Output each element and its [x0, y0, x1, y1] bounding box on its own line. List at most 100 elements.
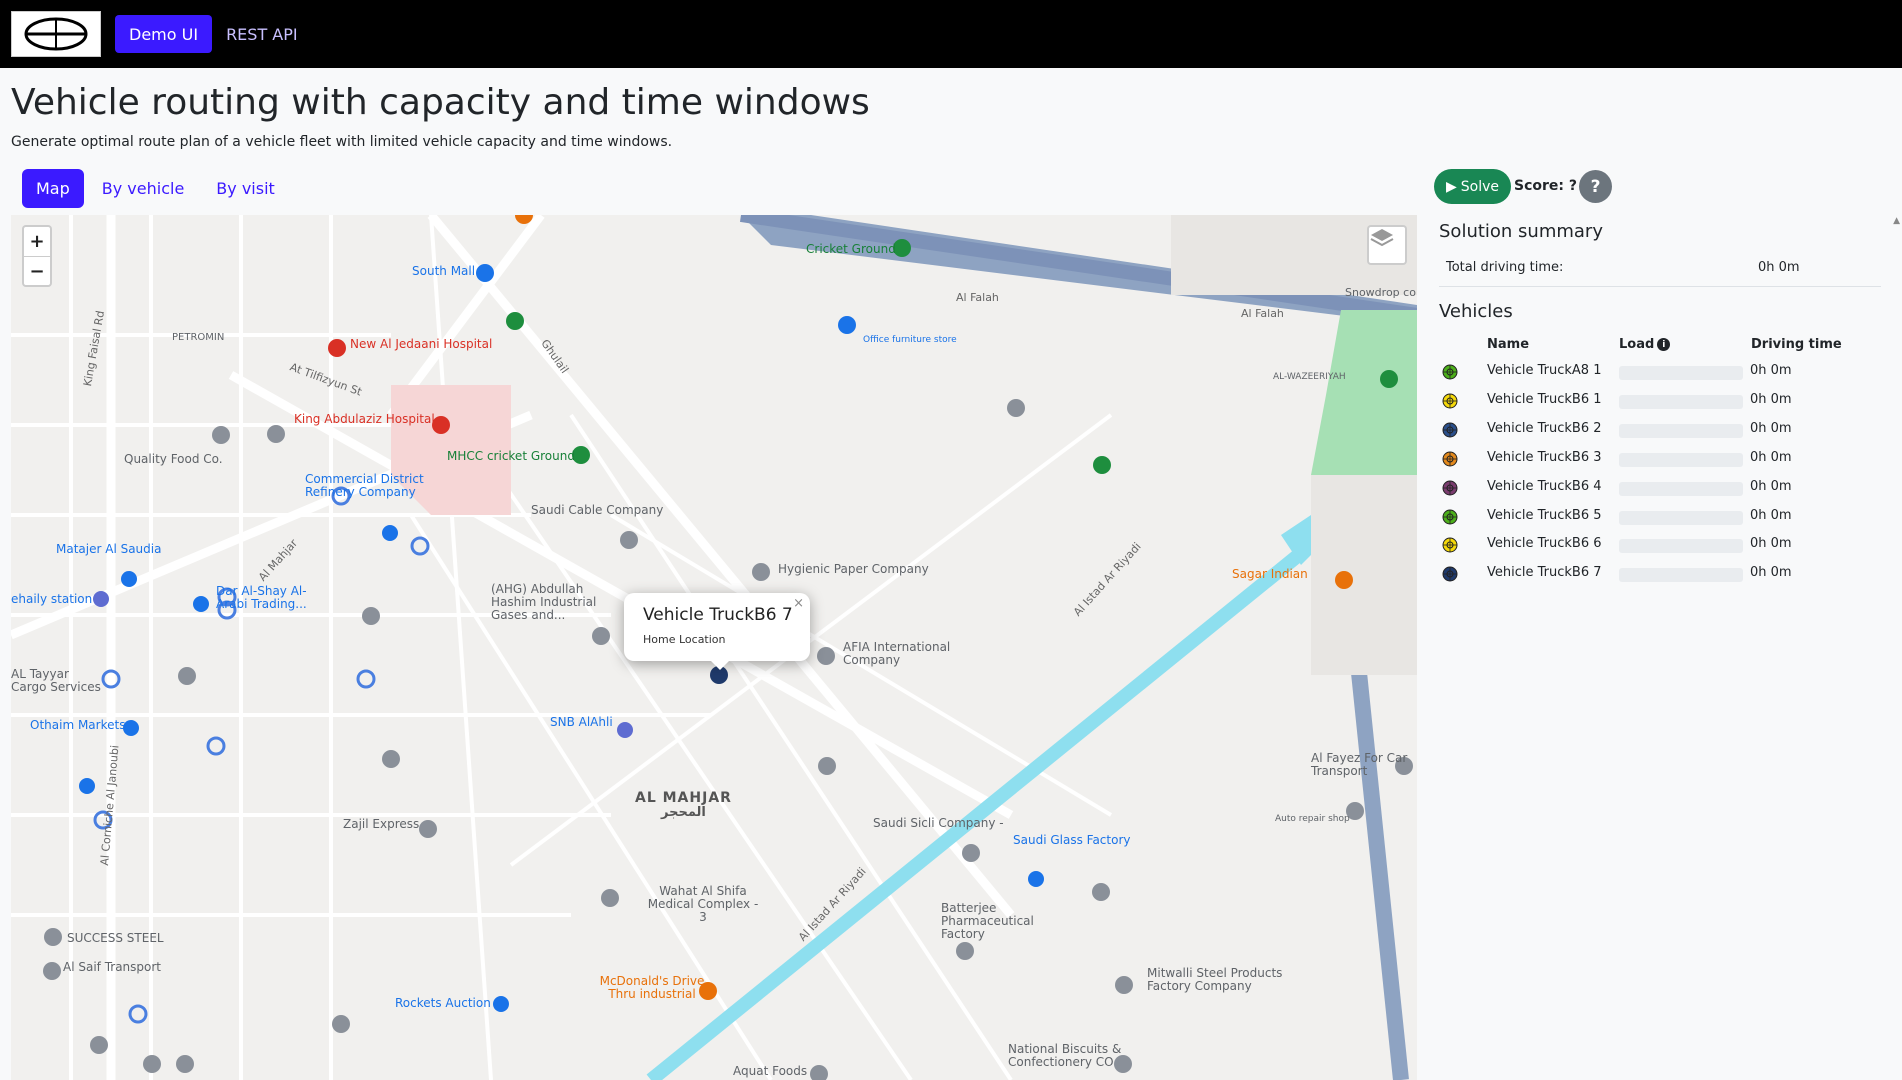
- map-label-petromin: PETROMIN: [172, 332, 225, 343]
- vehicle-name: Vehicle TruckA8 1: [1487, 363, 1602, 378]
- vehicle-row[interactable]: Vehicle TruckB6 4 0h 0m: [1439, 474, 1879, 502]
- col-name-header: Name: [1487, 337, 1530, 352]
- map-label-al-saif: Al Saif Transport: [63, 960, 162, 974]
- map-label-cricket-ground: Cricket Ground: [806, 242, 896, 256]
- map-label-al-fayez: Al Fayez For Car Transport: [1311, 751, 1408, 778]
- vehicle-driving-time: 0h 0m: [1750, 536, 1792, 552]
- popup-title: Vehicle TruckB6 7: [643, 605, 793, 625]
- solve-button[interactable]: ▶ Solve: [1434, 169, 1512, 204]
- vehicle-driving-time: 0h 0m: [1750, 565, 1792, 581]
- vehicle-load-bar: [1619, 481, 1743, 496]
- info-icon[interactable]: i: [1657, 338, 1671, 351]
- zoom-control: + −: [22, 225, 52, 287]
- page-title: Vehicle routing with capacity and time w…: [11, 82, 870, 123]
- vehicle-load-bar: [1619, 510, 1743, 525]
- nav-demo-ui[interactable]: Demo UI: [115, 15, 213, 53]
- vehicle-load-bar: [1619, 366, 1743, 380]
- map-label-othaim: Othaim Markets: [30, 718, 126, 732]
- tab-by-visit[interactable]: By visit: [202, 169, 289, 208]
- vehicle-row[interactable]: Vehicle TruckB6 2 0h 0m: [1439, 416, 1879, 444]
- vehicle-marker-icon: [1442, 566, 1458, 582]
- map-label-snowdrop: Snowdrop co: [1345, 286, 1416, 299]
- play-icon: ▶: [1446, 178, 1457, 195]
- map-label-snb: SNB AlAhli: [550, 715, 613, 729]
- zoom-out-button[interactable]: −: [24, 256, 50, 285]
- map-label-south-mall: South Mall: [412, 264, 476, 278]
- solution-summary-heading: Solution summary: [1439, 221, 1603, 242]
- map-label-mhcc: MHCC cricket Ground: [447, 449, 575, 463]
- vehicle-driving-time: 0h 0m: [1750, 363, 1792, 378]
- vehicle-popup: Vehicle TruckB6 7 Home Location ×: [624, 593, 810, 670]
- layers-button[interactable]: [1367, 225, 1407, 265]
- logo-icon: [24, 17, 88, 51]
- top-navbar: Demo UI REST API: [0, 0, 1902, 68]
- vehicle-load-bar: [1619, 423, 1743, 438]
- vehicle-driving-time: 0h 0m: [1750, 420, 1792, 436]
- map-label-office-furniture: Office furniture store: [863, 335, 957, 345]
- vehicle-load-bar: [1619, 568, 1743, 583]
- vehicle-name: Vehicle TruckB6 4: [1487, 478, 1602, 494]
- map-label-new-jedaani: New Al Jedaani Hospital: [350, 337, 493, 351]
- map-label-saudi-cable: Saudi Cable Company: [531, 503, 664, 517]
- map-label-rockets: Rockets Auction: [395, 996, 491, 1010]
- map-label-mcdonalds: McDonald's Drive Thru industrial: [599, 974, 705, 1001]
- zoom-in-button[interactable]: +: [24, 227, 50, 256]
- layers-icon: [1370, 229, 1394, 247]
- vehicle-row[interactable]: Vehicle TruckB6 5 0h 0m: [1439, 503, 1879, 531]
- total-driving-row: Total driving time: 0h 0m: [1439, 255, 1881, 287]
- view-tabs: Map By vehicle By visit: [22, 169, 289, 208]
- vehicle-driving-time: 0h 0m: [1750, 391, 1792, 407]
- vehicle-name: Vehicle TruckB6 6: [1487, 536, 1602, 552]
- tab-by-vehicle[interactable]: By vehicle: [88, 169, 199, 208]
- help-button[interactable]: ?: [1579, 170, 1612, 203]
- scroll-up-arrow[interactable]: ▲: [1893, 216, 1900, 226]
- map-label-matajer: Matajer Al Saudia: [56, 542, 162, 556]
- tab-map[interactable]: Map: [22, 169, 84, 208]
- vehicle-marker-icon: [1442, 364, 1458, 380]
- map-label-auto-repair: Auto repair shop: [1275, 814, 1350, 824]
- vehicle-name: Vehicle TruckB6 2: [1487, 420, 1602, 436]
- nav-rest-api[interactable]: REST API: [212, 15, 312, 53]
- vehicle-driving-time: 0h 0m: [1750, 478, 1792, 494]
- vehicle-name: Vehicle TruckB6 3: [1487, 449, 1602, 465]
- popup-close-button[interactable]: ×: [793, 596, 804, 611]
- vehicle-row[interactable]: Vehicle TruckB6 6 0h 0m: [1439, 531, 1879, 559]
- vehicle-row[interactable]: Vehicle TruckB6 1 0h 0m: [1439, 387, 1879, 415]
- map-label-aquat-foods: Aquat Foods: [733, 1064, 808, 1078]
- map-label-al-falah: Al Falah: [956, 291, 999, 304]
- total-driving-label: Total driving time:: [1446, 260, 1564, 275]
- vehicle-row[interactable]: Vehicle TruckB6 7 0h 0m: [1439, 560, 1879, 588]
- vehicle-row[interactable]: Vehicle TruckA8 1 0h 0m: [1439, 358, 1879, 386]
- map-label-success-steel: SUCCESS STEEL: [67, 931, 164, 945]
- vehicle-marker-icon: [1442, 509, 1458, 524]
- map-label-zajil: Zajil Express: [343, 817, 420, 831]
- map-label-king-abdulaziz: King Abdulaziz Hospital: [294, 412, 435, 426]
- map-label-dar-al-shay: Dar Al-Shay Al-Arabi Trading...: [216, 584, 307, 611]
- vehicle-marker-icon: [1442, 451, 1458, 467]
- map-label-al-mahjar: AL MAHJAR: [635, 790, 732, 806]
- map-label-batterjee: Batterjee Pharmaceutical Factory: [941, 901, 1034, 941]
- vehicle-marker-icon: [1442, 422, 1458, 438]
- vehicle-marker-icon: [1442, 480, 1458, 496]
- map-label-al-wazeeriyah: AL-WAZEERIYAH: [1273, 372, 1346, 382]
- vehicle-name: Vehicle TruckB6 1: [1487, 391, 1602, 407]
- page-subtitle: Generate optimal route plan of a vehicle…: [11, 134, 673, 150]
- popup-text: Home Location: [643, 633, 726, 646]
- route-map[interactable]: Cricket Ground Al Falah Al Falah South M…: [11, 215, 1417, 1080]
- total-driving-value: 0h 0m: [1758, 260, 1800, 275]
- brand-logo[interactable]: [11, 11, 101, 57]
- map-label-national-biscuits: National Biscuits & Confectionery CO: [1008, 1042, 1122, 1069]
- map-label-afia: AFIA International Company: [843, 640, 951, 667]
- map-label-sagar: Sagar Indian: [1232, 567, 1308, 581]
- score-label: Score: ?: [1514, 178, 1577, 194]
- vehicle-name: Vehicle TruckB6 5: [1487, 507, 1602, 523]
- vehicle-marker-icon: [1442, 537, 1458, 553]
- map-label-rehaily: ehaily station: [11, 592, 93, 606]
- vehicle-row[interactable]: Vehicle TruckB6 3 0h 0m: [1439, 445, 1879, 473]
- map-label-mitwalli: Mitwalli Steel Products Factory Company: [1147, 966, 1283, 993]
- vehicle-load-bar: [1619, 539, 1743, 554]
- vehicle-name: Vehicle TruckB6 7: [1487, 565, 1602, 581]
- map-label-ahg: (AHG) Abdullah Hashim Industrial Gases a…: [491, 582, 597, 622]
- vehicles-heading: Vehicles: [1439, 301, 1513, 322]
- map-label-al-mahjar-ar: المحجر: [661, 805, 706, 820]
